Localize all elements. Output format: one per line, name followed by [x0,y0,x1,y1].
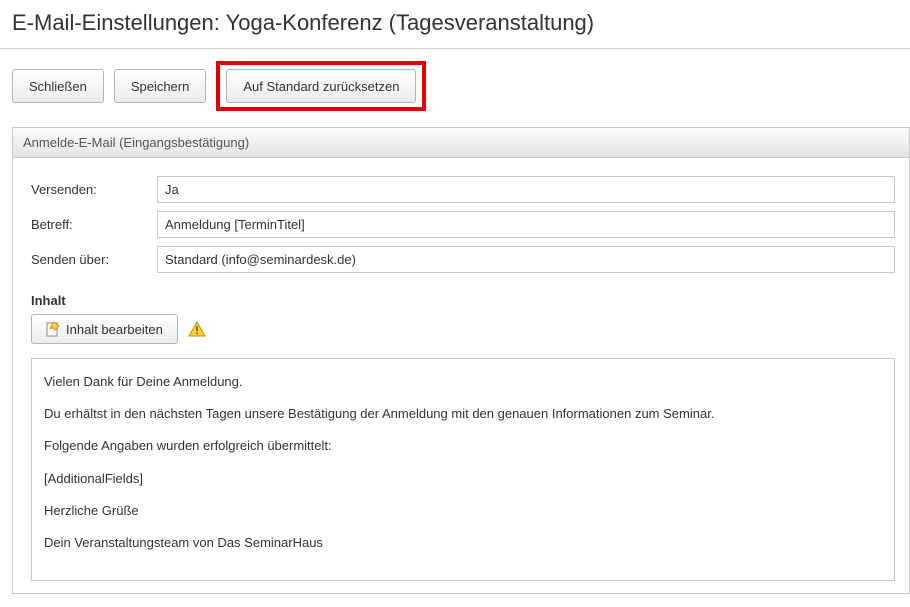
registration-email-panel: Anmelde-E-Mail (Eingangsbestätigung) Ver… [12,127,910,594]
toolbar: Schließen Speichern Auf Standard zurücks… [0,49,910,121]
send-select[interactable]: Ja [157,176,895,203]
content-p5: Herzliche Grüße [44,502,882,520]
save-button[interactable]: Speichern [114,69,207,103]
highlight-box: Auf Standard zurücksetzen [216,61,426,111]
content-p6: Dein Veranstaltungsteam von Das SeminarH… [44,534,882,552]
content-section-label: Inhalt [31,293,895,308]
reset-to-default-button[interactable]: Auf Standard zurücksetzen [226,69,416,103]
panel-body: Versenden: Ja Betreff: Senden über: Stan… [13,158,909,593]
warning-icon [188,321,206,337]
edit-content-button-label: Inhalt bearbeiten [66,322,163,337]
subject-label: Betreff: [31,217,157,232]
form-row-send: Versenden: Ja [31,176,895,203]
sendvia-select[interactable]: Standard (info@seminardesk.de) [157,246,895,273]
content-preview: Vielen Dank für Deine Anmeldung. Du erhä… [31,358,895,581]
page-title: E-Mail-Einstellungen: Yoga-Konferenz (Ta… [0,0,910,49]
form-row-sendvia: Senden über: Standard (info@seminardesk.… [31,246,895,273]
content-toolbar: Inhalt bearbeiten [31,314,895,344]
close-button[interactable]: Schließen [12,69,104,103]
edit-content-button[interactable]: Inhalt bearbeiten [31,314,178,344]
form-row-subject: Betreff: [31,211,895,238]
content-p3: Folgende Angaben wurden erfolgreich über… [44,437,882,455]
panel-header: Anmelde-E-Mail (Eingangsbestätigung) [13,128,909,158]
send-label: Versenden: [31,182,157,197]
sendvia-label: Senden über: [31,252,157,267]
content-p4: [AdditionalFields] [44,470,882,488]
content-p1: Vielen Dank für Deine Anmeldung. [44,373,882,391]
subject-input[interactable] [157,211,895,238]
content-p2: Du erhältst in den nächsten Tagen unsere… [44,405,882,423]
edit-icon [46,321,60,337]
